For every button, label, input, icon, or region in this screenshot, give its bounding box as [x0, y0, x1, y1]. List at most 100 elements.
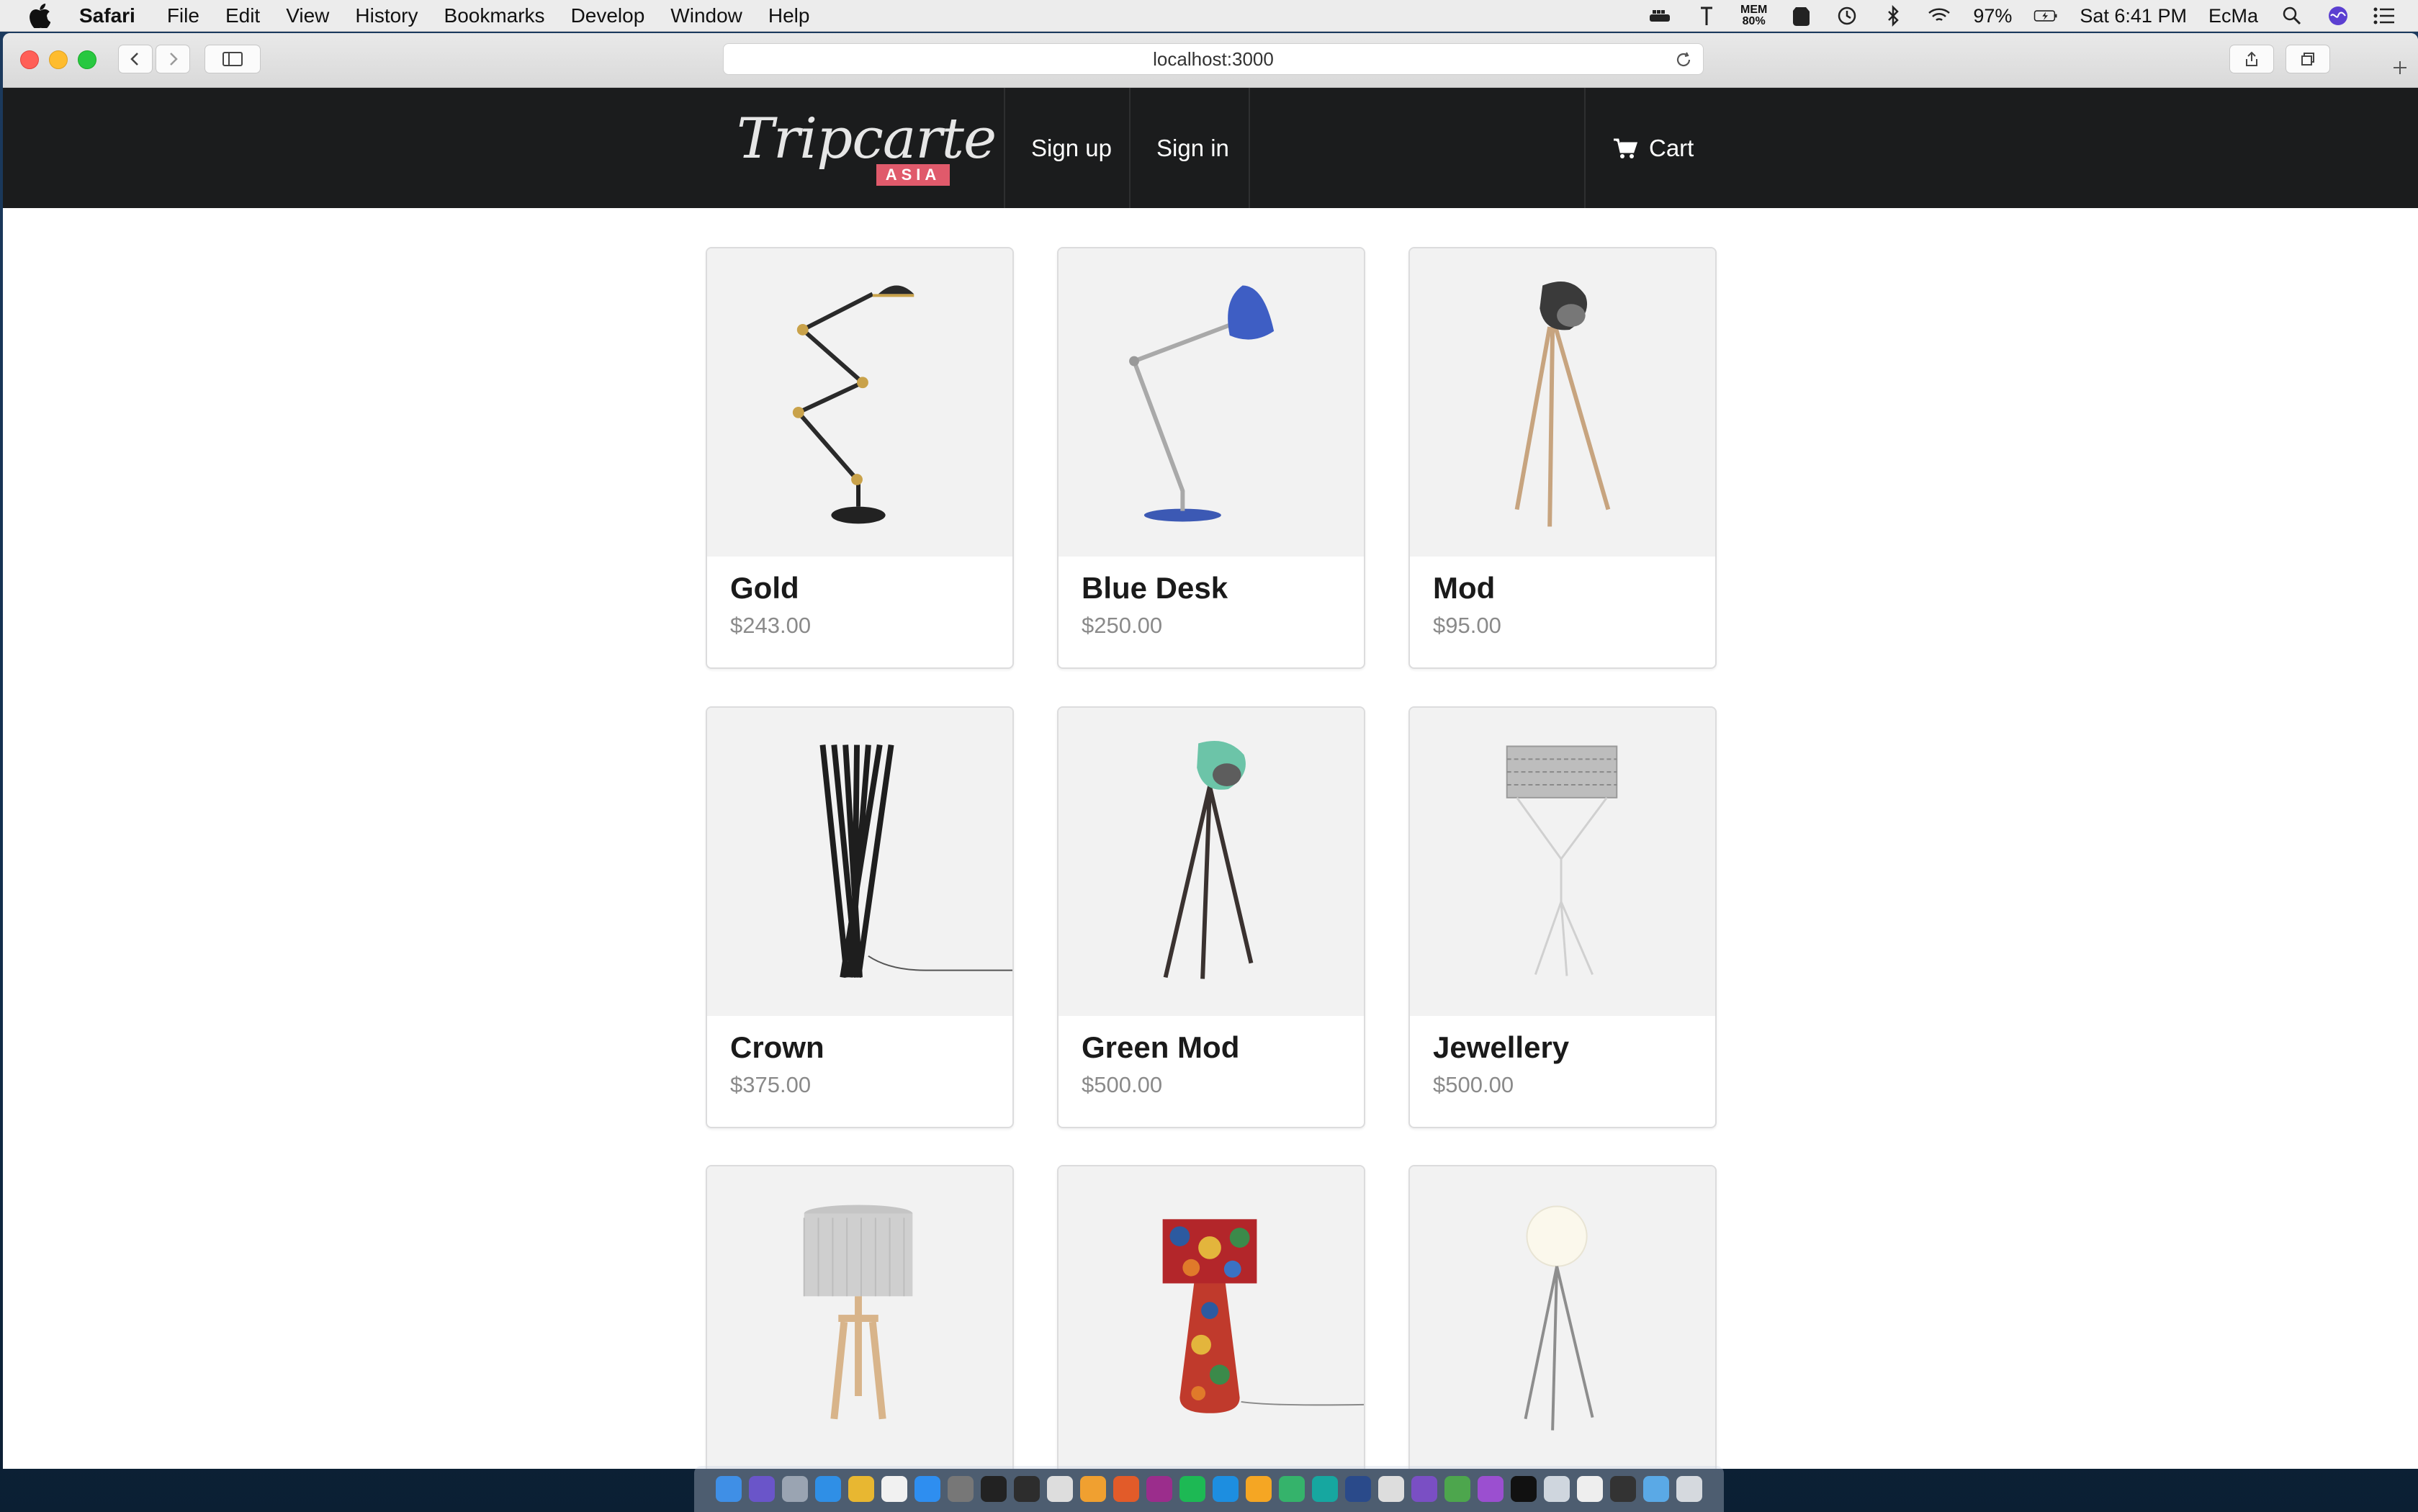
podcasts-icon[interactable] — [1478, 1476, 1504, 1502]
apple-tv-icon[interactable] — [1511, 1476, 1537, 1502]
pycharm-icon[interactable] — [1014, 1476, 1040, 1502]
menu-bookmarks[interactable]: Bookmarks — [444, 4, 545, 27]
logo-badge: ASIA — [876, 164, 950, 186]
product-card[interactable]: Crown $375.00 — [706, 706, 1014, 1128]
green-mod-lamp-icon — [1163, 740, 1254, 979]
signup-link[interactable]: Sign up — [1031, 88, 1112, 208]
vpn-icon[interactable] — [1279, 1476, 1305, 1502]
menu-develop[interactable]: Develop — [571, 4, 645, 27]
mosaic-lamp-icon — [1162, 1219, 1364, 1413]
apple-icon[interactable] — [29, 3, 50, 28]
chrome-icon[interactable] — [848, 1476, 874, 1502]
product-price: $500.00 — [1433, 1072, 1514, 1097]
logo-text: Tripcarte — [737, 107, 997, 171]
terminal-icon[interactable] — [981, 1476, 1007, 1502]
show-tabs-button[interactable] — [2286, 45, 2330, 73]
xcode-icon[interactable] — [1345, 1476, 1371, 1502]
mod-lamp-icon — [1514, 282, 1611, 527]
product-image — [707, 1166, 1012, 1469]
menu-view[interactable]: View — [286, 4, 329, 27]
share-button[interactable] — [2229, 45, 2274, 73]
product-card[interactable] — [706, 1165, 1014, 1469]
system-preferences-icon[interactable] — [948, 1476, 974, 1502]
launchpad-icon[interactable] — [782, 1476, 808, 1502]
minimize-window-button[interactable] — [49, 50, 68, 69]
app-store-icon[interactable] — [914, 1476, 940, 1502]
battery-percent[interactable]: 97% — [1973, 5, 2012, 27]
product-card[interactable] — [1057, 1165, 1365, 1469]
menu-app-name[interactable]: Safari — [79, 4, 135, 27]
skype-icon[interactable] — [1213, 1476, 1239, 1502]
product-card[interactable]: Mod $95.00 — [1408, 247, 1717, 669]
time-machine-icon[interactable] — [1835, 5, 1859, 27]
address-bar[interactable]: localhost:3000 — [723, 43, 1704, 75]
typora-icon[interactable] — [1694, 5, 1719, 27]
forward-button[interactable] — [156, 45, 190, 73]
chevron-left-icon — [130, 53, 138, 66]
zoom-window-button[interactable] — [78, 50, 96, 69]
signin-link[interactable]: Sign in — [1156, 88, 1229, 208]
site-logo[interactable]: Tripcarte ASIA — [732, 107, 997, 186]
product-card[interactable]: Gold $243.00 — [706, 247, 1014, 669]
back-button[interactable] — [118, 45, 153, 73]
screenflick-icon[interactable] — [1146, 1476, 1172, 1502]
browser-toolbar: localhost:3000 — [3, 33, 2418, 88]
clock[interactable]: Sat 6:41 PM — [2080, 5, 2187, 27]
dock — [694, 1466, 1724, 1512]
visual-studio-icon[interactable] — [1411, 1476, 1437, 1502]
nav-divider — [1129, 88, 1131, 208]
menu-help[interactable]: Help — [768, 4, 810, 27]
battery-icon[interactable] — [2033, 5, 2058, 27]
siri-icon[interactable] — [2326, 5, 2350, 27]
evernote-icon[interactable] — [1789, 5, 1813, 27]
spotlight-icon[interactable] — [2280, 5, 2304, 27]
spotify-icon[interactable] — [1179, 1476, 1205, 1502]
user-name[interactable]: EcMa — [2208, 5, 2258, 27]
sequel-pro-icon[interactable] — [1047, 1476, 1073, 1502]
menu-history[interactable]: History — [355, 4, 418, 27]
product-price: $500.00 — [1082, 1072, 1163, 1097]
product-card[interactable]: Jewellery $500.00 — [1408, 706, 1717, 1128]
github-desktop-icon[interactable] — [1610, 1476, 1636, 1502]
memory-indicator[interactable]: MEM 80% — [1740, 4, 1767, 27]
siri-app-icon[interactable] — [749, 1476, 775, 1502]
product-card[interactable]: Blue Desk $250.00 — [1057, 247, 1365, 669]
product-price: $95.00 — [1433, 613, 1501, 638]
menu-edit[interactable]: Edit — [225, 4, 260, 27]
firefox-icon[interactable] — [1113, 1476, 1139, 1502]
menu-file[interactable]: File — [167, 4, 199, 27]
site-navbar: Tripcarte ASIA Sign up Sign in Cart — [3, 88, 2418, 208]
product-price: $250.00 — [1082, 613, 1163, 638]
trash-icon[interactable] — [1676, 1476, 1702, 1502]
sketch-icon[interactable] — [1246, 1476, 1272, 1502]
downloads-folder-icon[interactable] — [1643, 1476, 1669, 1502]
product-name: Gold — [730, 571, 799, 605]
menu-window[interactable]: Window — [670, 4, 742, 27]
cart-link[interactable]: Cart — [1613, 88, 1694, 208]
tower-icon[interactable] — [1312, 1476, 1338, 1502]
notification-center-icon[interactable] — [2372, 5, 2396, 27]
wifi-icon[interactable] — [1927, 5, 1951, 27]
status-area: MEM 80% 97% Sat 6:41 PM EcMa — [1648, 0, 2396, 32]
reload-icon[interactable] — [1674, 50, 1693, 69]
textedit-icon[interactable] — [1378, 1476, 1404, 1502]
docker-icon[interactable] — [1648, 5, 1673, 27]
notes-icon[interactable] — [881, 1476, 907, 1502]
crown-lamp-icon — [819, 744, 1012, 978]
product-card[interactable]: Green Mod $500.00 — [1057, 706, 1365, 1128]
vlc-icon[interactable] — [1080, 1476, 1106, 1502]
cart-label: Cart — [1649, 134, 1694, 161]
document-icon[interactable] — [1577, 1476, 1603, 1502]
close-window-button[interactable] — [20, 50, 39, 69]
bluetooth-icon[interactable] — [1881, 5, 1905, 27]
screenshot-folder-icon[interactable] — [1544, 1476, 1570, 1502]
product-image — [1410, 1166, 1715, 1469]
safari-icon[interactable] — [815, 1476, 841, 1502]
sidebar-toggle-button[interactable] — [205, 45, 261, 73]
product-card[interactable] — [1408, 1165, 1717, 1469]
sidebar-icon — [223, 52, 243, 66]
share-icon — [2246, 51, 2257, 66]
vim-icon[interactable] — [1444, 1476, 1470, 1502]
new-tab-button[interactable] — [2382, 48, 2418, 88]
finder-icon[interactable] — [716, 1476, 742, 1502]
